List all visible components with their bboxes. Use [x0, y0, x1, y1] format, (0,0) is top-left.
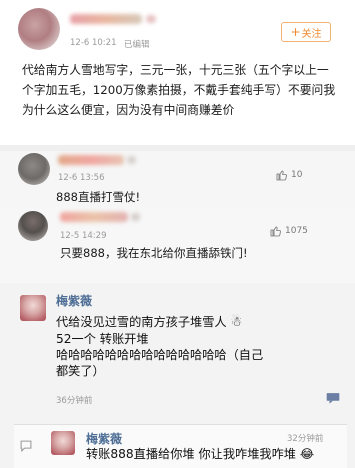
follow-button[interactable]: + 关注	[281, 22, 331, 42]
reply-text-1: 代给没见过雪的南方孩子堆雪人	[56, 315, 227, 329]
reply-author-avatar[interactable]	[20, 295, 46, 321]
laughing-emoji-icon: 😂	[299, 447, 315, 461]
quoted-reply-time: 32分钟前	[287, 434, 324, 444]
commenter-name[interactable]	[60, 212, 128, 222]
post-edited-label: 已编辑	[124, 40, 150, 50]
commenter-avatar[interactable]	[18, 211, 48, 241]
commenter-name[interactable]	[58, 155, 124, 165]
commenter-avatar[interactable]	[18, 153, 50, 185]
quoted-author-name[interactable]: 梅紫薇	[86, 430, 122, 447]
post-body-text: 代给南方人雪地写字，三元一张，十元三张（五个字以上一个字加五毛，1200万像素拍…	[22, 63, 336, 117]
quoted-reply-text: 转账888直播给你堆 你让我咋堆我咋堆	[86, 447, 296, 461]
like-button[interactable]: 1075	[270, 225, 308, 237]
like-count: 10	[291, 170, 303, 180]
comment-time: 12-5 14:29	[60, 231, 107, 241]
comment-item: 12-6 13:56 10	[0, 151, 355, 193]
reply-time: 36分钟前	[56, 396, 93, 406]
comment-text-row: 888直播打雪仗!	[0, 190, 355, 207]
quoted-reply-text-line: 转账888直播给你堆 你让我咋堆我咋堆 😂	[86, 447, 314, 462]
reply-line-3: 哈哈哈哈哈哈哈哈哈哈哈哈哈哈（自己	[56, 348, 264, 362]
reply-line-1: 代给没见过雪的南方孩子堆雪人 ☃	[56, 315, 242, 330]
comment-time: 12-6 13:56	[58, 173, 105, 183]
post-author-badge	[146, 15, 156, 23]
comment-reply-icon[interactable]	[326, 392, 340, 404]
like-button[interactable]: 10	[276, 169, 302, 181]
post-author-avatar[interactable]	[18, 8, 60, 50]
comment-text: 888直播打雪仗!	[56, 190, 141, 204]
thumbs-up-icon	[276, 170, 287, 181]
reply-line-4: 都笑了）	[56, 364, 105, 378]
post-time: 12-6 10:21	[70, 38, 117, 48]
snowman-icon: ☃	[230, 315, 243, 330]
thumbs-up-icon	[270, 226, 281, 237]
commenter-badge	[131, 213, 140, 221]
quoted-author-avatar[interactable]	[51, 431, 75, 455]
quote-mark-icon	[20, 440, 32, 453]
follow-label: 关注	[301, 28, 322, 40]
comment-text: 只要888，我在东北给你直播舔铁门!	[60, 246, 248, 260]
weibo-post: 12-6 10:21 已编辑 + 关注 代给南方人雪地写字，三元一张，十元三张（…	[0, 0, 355, 148]
commenter-badge	[127, 156, 136, 164]
like-count: 1075	[285, 226, 308, 236]
plus-icon: +	[290, 25, 301, 39]
reply-author-name[interactable]: 梅紫薇	[56, 292, 92, 309]
comment-item: 12-5 14:29 1075 只要888，我在东北给你直播舔铁门!	[0, 207, 355, 283]
post-author-name[interactable]	[70, 14, 142, 24]
reply-line-2: 52一个 转账开堆	[56, 332, 149, 346]
